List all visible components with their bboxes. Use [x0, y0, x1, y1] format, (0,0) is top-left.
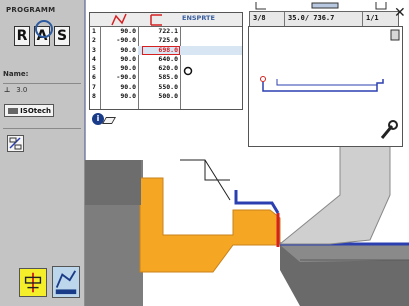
top-tool-icons — [255, 2, 387, 10]
column-separator — [100, 26, 101, 109]
angle-icon — [150, 14, 162, 26]
angle-cell[interactable]: 90.0 — [102, 27, 136, 36]
table-row[interactable]: 1 — [92, 27, 98, 36]
thickness-icon: ⊥ — [4, 86, 11, 94]
length-cell[interactable]: 585.0 — [142, 73, 178, 82]
toolbar-separator — [284, 12, 285, 26]
table-row[interactable]: 2 — [92, 36, 98, 45]
bend-right-icon — [375, 2, 387, 10]
index-column: 1 2 3 4 5 6 7 8 — [92, 27, 98, 101]
length-cell[interactable]: 698.0 — [142, 46, 178, 55]
ras-logo: R A S — [14, 20, 72, 49]
bend-program-table: ENSPRTE 1 2 3 4 5 6 7 8 90.0 -90.0 90.0 … — [89, 12, 243, 110]
bend-tool-icon — [111, 13, 127, 26]
table-header: ENSPRTE — [90, 13, 242, 27]
divider — [3, 83, 81, 84]
length-cell[interactable]: 722.1 — [142, 27, 178, 36]
preview-start-marker — [260, 76, 266, 82]
material-button[interactable]: ISOtech — [4, 104, 54, 117]
material-label: ISOtech — [20, 107, 51, 115]
close-icon[interactable]: ✕ — [394, 6, 408, 20]
tool-setup-icon[interactable] — [7, 135, 24, 152]
table-row[interactable]: 6 — [92, 73, 98, 82]
logo-letter-s: S — [54, 26, 70, 46]
graphics-mode-icon[interactable] — [19, 268, 47, 297]
bend-left-icon — [255, 2, 266, 10]
angle-cell[interactable]: 90.0 — [102, 55, 136, 64]
angle-cell[interactable]: -90.0 — [102, 36, 136, 45]
divider — [3, 128, 81, 129]
thickness-row[interactable]: ⊥ 3.0 — [4, 86, 27, 94]
preview-flange — [276, 79, 377, 86]
clamp-block — [85, 160, 141, 205]
page-indicator[interactable]: 1/1 — [366, 14, 379, 22]
column-separator — [138, 26, 139, 109]
name-label: Name: — [3, 70, 29, 78]
table-row[interactable]: 7 — [92, 83, 98, 92]
step-counter[interactable]: 3/8 — [253, 14, 266, 22]
material-icon — [8, 108, 18, 114]
logo-ring — [35, 20, 53, 38]
angle-cell[interactable]: 90.0 — [102, 64, 136, 73]
tool-setup-icon[interactable] — [52, 266, 80, 298]
length-column: 722.1 725.0 698.0 640.0 620.0 585.0 550.… — [142, 27, 178, 101]
angle-cell[interactable]: 90.0 — [102, 46, 136, 55]
length-cell[interactable]: 620.0 — [142, 64, 178, 73]
profile-preview — [248, 26, 403, 147]
top-status-bar: 3/8 35.0/ 736.7 1/1 — [249, 11, 399, 27]
tool-contour-2 — [204, 160, 230, 181]
length-cell[interactable]: 640.0 — [142, 55, 178, 64]
toolbar-separator — [362, 12, 363, 26]
workpiece — [139, 177, 281, 273]
coordinates-readout: 35.0/ 736.7 — [288, 14, 335, 22]
table-row[interactable]: 5 — [92, 64, 98, 73]
table-row[interactable]: 8 — [92, 92, 98, 101]
angle-cell[interactable]: -90.0 — [102, 73, 136, 82]
length-cell[interactable]: 725.0 — [142, 36, 178, 45]
wrench-icon[interactable] — [379, 119, 399, 141]
logo-letter-r: R — [14, 26, 30, 46]
angle-cell[interactable]: 90.0 — [102, 83, 136, 92]
angle-cell[interactable]: 90.0 — [102, 92, 136, 101]
upper-punch — [278, 144, 391, 245]
thickness-value: 3.0 — [16, 86, 28, 94]
column-separator — [180, 26, 181, 109]
length-cell[interactable]: 550.0 — [142, 83, 178, 92]
die-shadow — [280, 245, 409, 262]
length-cell[interactable]: 500.0 — [142, 92, 178, 101]
cursor-circle-icon — [183, 66, 193, 76]
table-row[interactable]: 3 — [92, 46, 98, 55]
left-sidebar: PROGRAMM R A S Name: ⊥ 3.0 ISOtech — [0, 0, 85, 306]
program-label: PROGRAMM — [6, 6, 56, 14]
sheet-icon — [311, 2, 339, 9]
table-title: ENSPRTE — [182, 14, 215, 22]
preview-corner-icon[interactable] — [390, 29, 400, 41]
table-row[interactable]: 4 — [92, 55, 98, 64]
angle-column: 90.0 -90.0 90.0 90.0 90.0 -90.0 90.0 90.… — [102, 27, 136, 101]
